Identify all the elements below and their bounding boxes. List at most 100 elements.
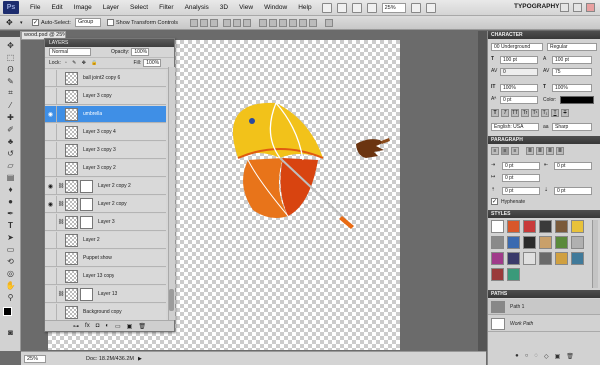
align-center-text-icon[interactable]: ≡: [501, 147, 509, 155]
clone-stamp-tool-icon[interactable]: ♣: [4, 136, 17, 146]
menu-layer[interactable]: Layer: [103, 4, 119, 11]
style-swatch[interactable]: [507, 220, 520, 233]
style-swatch[interactable]: [507, 236, 520, 249]
font-style-select[interactable]: Regular: [547, 43, 597, 51]
style-swatch[interactable]: [491, 220, 504, 233]
style-swatch[interactable]: [571, 236, 584, 249]
menu-window[interactable]: Window: [264, 4, 287, 11]
layer-thumbnail[interactable]: [65, 305, 78, 319]
menu-image[interactable]: Image: [74, 4, 92, 11]
arrange-icon[interactable]: [410, 2, 421, 13]
eraser-tool-icon[interactable]: ▱: [4, 160, 17, 170]
layer-thumbnail[interactable]: [65, 71, 78, 85]
font-family-select[interactable]: 00 Underground: [491, 43, 543, 51]
menu-help[interactable]: Help: [298, 4, 311, 11]
superscript-button[interactable]: T¹: [531, 109, 539, 117]
align-top-icon[interactable]: [190, 18, 199, 27]
adjustment-layer-icon[interactable]: ◐: [105, 323, 109, 329]
align-right-icon[interactable]: [243, 18, 252, 27]
bridge-icon[interactable]: [321, 2, 332, 13]
hand-tool-icon[interactable]: ✋: [4, 280, 17, 290]
layer-thumbnail[interactable]: [65, 179, 78, 193]
layer-thumbnail[interactable]: [65, 269, 78, 283]
zoom-icon[interactable]: [366, 2, 377, 13]
layer-row[interactable]: Layer 13 copy: [45, 267, 166, 285]
layer-thumbnail[interactable]: [65, 251, 78, 265]
visibility-eye-icon[interactable]: ◉: [45, 195, 57, 213]
layer-row[interactable]: ball joint2 copy 6: [45, 70, 166, 87]
faux-italic-button[interactable]: T: [501, 109, 509, 117]
kerning-input[interactable]: 0: [500, 68, 538, 76]
move-tool-icon[interactable]: ✥: [4, 40, 17, 50]
styles-scrollbar[interactable]: [592, 220, 598, 288]
antialias-select[interactable]: Sharp: [552, 123, 592, 131]
auto-select-checkbox[interactable]: ✓: [32, 19, 39, 26]
minimize-button[interactable]: [560, 3, 569, 12]
faux-bold-button[interactable]: T: [491, 109, 499, 117]
style-swatch[interactable]: [539, 252, 552, 265]
history-brush-tool-icon[interactable]: ↺: [4, 148, 17, 158]
crop-tool-icon[interactable]: ⌗: [4, 88, 17, 98]
path-row[interactable]: Path 1: [488, 299, 600, 315]
distribute-hcenter-icon[interactable]: [299, 18, 308, 27]
maximize-button[interactable]: [573, 3, 582, 12]
style-swatch[interactable]: [523, 220, 536, 233]
visibility-eye-icon[interactable]: [45, 70, 57, 87]
distribute-top-icon[interactable]: [259, 18, 268, 27]
indent-first-input[interactable]: 0 pt: [502, 174, 540, 182]
distribute-right-icon[interactable]: [309, 18, 318, 27]
3d-orbit-tool-icon[interactable]: ◎: [4, 268, 17, 278]
layer-row[interactable]: Background copy: [45, 303, 166, 320]
zoom-level-select[interactable]: 25%: [381, 2, 406, 13]
font-size-input[interactable]: 100 pt: [500, 56, 538, 64]
workspace-switcher[interactable]: TYPOGRAPHY: [514, 3, 560, 10]
style-swatch[interactable]: [491, 236, 504, 249]
small-caps-button[interactable]: Tr: [521, 109, 529, 117]
layer-thumbnail[interactable]: [65, 125, 78, 139]
collapsed-dock-strip[interactable]: [478, 31, 487, 351]
layer-row[interactable]: ◉ umbrella: [45, 105, 166, 123]
leading-input[interactable]: 100 pt: [552, 56, 592, 64]
layer-row[interactable]: ⛓ Layer 13: [45, 285, 166, 303]
visibility-eye-icon[interactable]: [45, 141, 57, 159]
eyedropper-tool-icon[interactable]: ⁄: [4, 100, 17, 110]
visibility-eye-icon[interactable]: ◉: [45, 177, 57, 195]
link-layers-icon[interactable]: ⊶: [73, 323, 79, 330]
visibility-eye-icon[interactable]: [45, 159, 57, 177]
justify-center-icon[interactable]: ≣: [536, 147, 544, 155]
layer-style-icon[interactable]: fx: [85, 323, 90, 329]
new-group-icon[interactable]: ▭: [115, 323, 121, 330]
quick-mask-icon[interactable]: ◙: [4, 327, 17, 337]
indent-right-input[interactable]: 0 pt: [554, 162, 592, 170]
menu-file[interactable]: File: [30, 4, 40, 11]
hand-icon[interactable]: [351, 2, 362, 13]
align-hcenter-icon[interactable]: [233, 18, 242, 27]
fill-path-icon[interactable]: ●: [515, 353, 519, 363]
align-left-icon[interactable]: [223, 18, 232, 27]
hyphenate-checkbox[interactable]: ✓: [491, 198, 498, 205]
layer-row[interactable]: Layer 3 copy 2: [45, 159, 166, 177]
layer-mask-thumbnail[interactable]: [80, 215, 93, 229]
layer-row[interactable]: Layer 3 copy 4: [45, 123, 166, 141]
layer-row[interactable]: ◉ ⛓ Layer 2 copy: [45, 195, 166, 213]
layer-row[interactable]: Puppet show: [45, 249, 166, 267]
layers-scrollbar-thumb[interactable]: [169, 289, 174, 311]
add-mask-icon[interactable]: ◘: [96, 323, 100, 329]
style-swatch[interactable]: [491, 252, 504, 265]
visibility-eye-icon[interactable]: ◉: [45, 105, 57, 123]
type-tool-icon[interactable]: T: [4, 220, 17, 230]
style-swatch[interactable]: [507, 252, 520, 265]
layer-row[interactable]: ⛓ Layer 3: [45, 213, 166, 231]
layer-row[interactable]: Layer 3 copy: [45, 87, 166, 105]
layer-row[interactable]: Layer 2: [45, 231, 166, 249]
style-swatch[interactable]: [539, 236, 552, 249]
shape-tool-icon[interactable]: ▭: [4, 244, 17, 254]
distribute-vcenter-icon[interactable]: [269, 18, 278, 27]
new-layer-icon[interactable]: ▣: [127, 323, 133, 330]
layer-thumbnail[interactable]: [65, 287, 78, 301]
fill-input[interactable]: 100%: [143, 59, 162, 67]
align-vcenter-icon[interactable]: [200, 18, 209, 27]
status-zoom[interactable]: 25%: [24, 354, 46, 363]
visibility-eye-icon[interactable]: [45, 285, 57, 303]
align-right-text-icon[interactable]: ≡: [511, 147, 519, 155]
